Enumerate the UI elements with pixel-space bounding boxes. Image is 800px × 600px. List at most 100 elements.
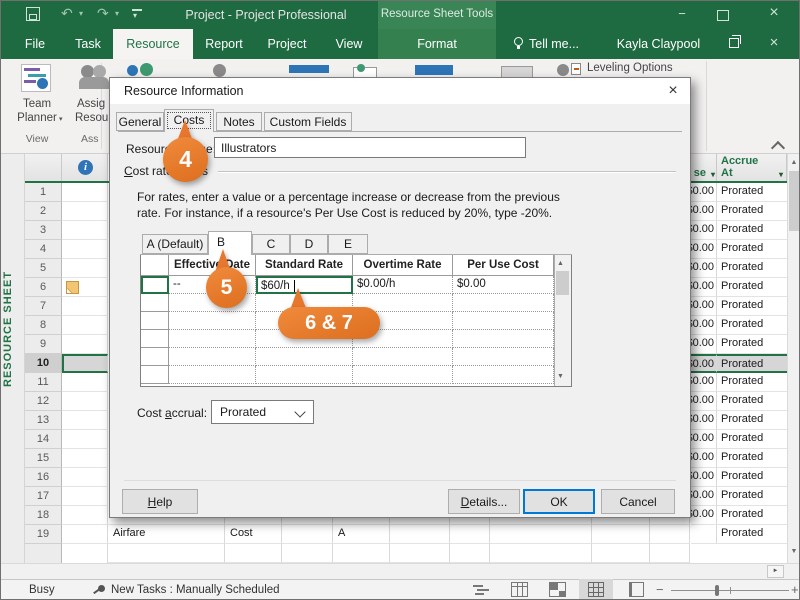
indicator-cell[interactable] bbox=[62, 506, 108, 525]
row19-cell[interactable] bbox=[490, 525, 592, 544]
vertical-scrollbar-thumb[interactable] bbox=[789, 171, 800, 231]
row19-cell[interactable] bbox=[592, 525, 650, 544]
gantt-view-button[interactable] bbox=[473, 583, 491, 597]
assign-resources-button[interactable]: Assig Resour Ass bbox=[73, 61, 109, 151]
accrue-at-cell[interactable]: Prorated bbox=[717, 259, 787, 278]
row19-cell[interactable] bbox=[390, 525, 450, 544]
accrue-at-cell[interactable]: Prorated bbox=[717, 506, 787, 525]
filter-dropdown-icon[interactable]: ▾ bbox=[711, 170, 715, 179]
tab-notes[interactable]: Notes bbox=[216, 112, 262, 131]
rate-cell[interactable] bbox=[169, 312, 256, 330]
rate-cell[interactable] bbox=[453, 330, 554, 348]
tab-report[interactable]: Report bbox=[197, 29, 251, 59]
cost-accrual-select[interactable]: Prorated bbox=[211, 400, 314, 424]
accrue-at-cell[interactable]: Prorated bbox=[717, 411, 787, 430]
undo-icon[interactable]: ↶ bbox=[61, 5, 73, 22]
row-empty-cell[interactable] bbox=[490, 544, 592, 563]
rate-tab-e[interactable]: E bbox=[328, 234, 368, 254]
accrue-at-cell[interactable]: Prorated bbox=[717, 354, 787, 373]
zoom-out-icon[interactable]: − bbox=[656, 582, 664, 597]
row-number[interactable]: 11 bbox=[25, 373, 62, 392]
tab-format[interactable]: Format bbox=[399, 29, 475, 59]
cost-use-cell[interactable]: $0.00 bbox=[691, 240, 717, 259]
row19-cell[interactable] bbox=[650, 525, 690, 544]
cost-use-column-header[interactable]: se ▾ bbox=[691, 154, 717, 181]
rate-cell[interactable] bbox=[453, 348, 554, 366]
indicator-cell[interactable] bbox=[62, 373, 108, 392]
cancel-button[interactable]: Cancel bbox=[601, 489, 675, 514]
task-usage-view-button[interactable] bbox=[511, 582, 528, 597]
zoom-in-icon[interactable]: + bbox=[791, 582, 799, 597]
row-empty-cell[interactable] bbox=[450, 544, 490, 563]
accrue-at-cell[interactable]: Prorated bbox=[717, 297, 787, 316]
indicator-cell[interactable] bbox=[62, 202, 108, 221]
row-empty-cell[interactable] bbox=[650, 544, 690, 563]
scroll-down-icon[interactable]: ▼ bbox=[787, 548, 800, 555]
row-number[interactable]: 15 bbox=[25, 449, 62, 468]
tell-me-box[interactable]: Tell me... bbox=[529, 29, 599, 59]
ok-button[interactable]: OK bbox=[523, 489, 595, 514]
row-number[interactable]: 18 bbox=[25, 506, 62, 525]
row-number[interactable]: 1 bbox=[25, 183, 62, 202]
accrue-at-cell[interactable]: Prorated bbox=[717, 316, 787, 335]
minimize-button[interactable]: − bbox=[665, 6, 699, 21]
accrue-at-cell[interactable]: Prorated bbox=[717, 392, 787, 411]
indicator-cell[interactable] bbox=[62, 335, 108, 354]
accrue-at-cell[interactable]: Prorated bbox=[717, 487, 787, 506]
rate-cell[interactable] bbox=[169, 348, 256, 366]
cost-use-cell[interactable] bbox=[691, 525, 717, 544]
cost-use-cell[interactable]: $0.00 bbox=[691, 411, 717, 430]
tab-file[interactable]: File bbox=[11, 29, 59, 59]
row19-cell[interactable] bbox=[282, 525, 333, 544]
accrue-at-cell[interactable]: Prorated bbox=[717, 221, 787, 240]
row-empty-cell[interactable] bbox=[333, 544, 390, 563]
rate-tab-a-default[interactable]: A (Default) bbox=[142, 234, 208, 254]
rate-cell[interactable] bbox=[353, 366, 453, 384]
report-view-button[interactable] bbox=[629, 582, 644, 597]
team-planner-view-button[interactable] bbox=[549, 582, 566, 597]
row-number[interactable]: 3 bbox=[25, 221, 62, 240]
cost-use-cell[interactable]: $0.00 bbox=[691, 221, 717, 240]
cost-use-cell[interactable]: $0.00 bbox=[691, 468, 717, 487]
indicator-cell[interactable] bbox=[62, 392, 108, 411]
rate-cell[interactable] bbox=[169, 330, 256, 348]
rate-cell[interactable] bbox=[453, 366, 554, 384]
row19-cell[interactable]: A bbox=[333, 525, 390, 544]
accrue-at-cell[interactable]: Prorated bbox=[717, 525, 787, 544]
accrue-at-cell[interactable]: Prorated bbox=[717, 335, 787, 354]
accrue-at-cell[interactable]: Prorated bbox=[717, 468, 787, 487]
row-number[interactable]: 6 bbox=[25, 278, 62, 297]
rate-row-handle[interactable] bbox=[141, 312, 169, 330]
indicator-cell[interactable] bbox=[62, 259, 108, 278]
close-button[interactable]: × bbox=[757, 4, 791, 22]
cost-use-cell[interactable]: $0.00 bbox=[691, 278, 717, 297]
cost-use-cell[interactable]: $0.00 bbox=[691, 392, 717, 411]
tab-resource[interactable]: Resource bbox=[113, 29, 193, 59]
rate-row-handle[interactable] bbox=[141, 366, 169, 384]
horizontal-scrollbar[interactable] bbox=[1, 563, 800, 579]
details-button[interactable]: Details... bbox=[448, 489, 520, 514]
rate-cell[interactable] bbox=[453, 294, 554, 312]
row-number[interactable]: 17 bbox=[25, 487, 62, 506]
scroll-right-button[interactable]: ► bbox=[767, 565, 784, 578]
indicator-cell[interactable] bbox=[62, 449, 108, 468]
cost-use-cell[interactable]: $0.00 bbox=[691, 487, 717, 506]
tab-task[interactable]: Task bbox=[63, 29, 113, 59]
accrue-at-cell[interactable]: Prorated bbox=[717, 240, 787, 259]
rate-scroll-down-icon[interactable]: ▼ bbox=[557, 373, 564, 380]
cost-use-cell[interactable]: $0.00 bbox=[691, 335, 717, 354]
accrue-at-cell[interactable]: Prorated bbox=[717, 183, 787, 202]
rate-tab-c[interactable]: C bbox=[252, 234, 290, 254]
cost-use-cell[interactable]: $0.00 bbox=[691, 297, 717, 316]
redo-dropdown-icon[interactable]: ▾ bbox=[115, 9, 119, 18]
rate-tab-d[interactable]: D bbox=[290, 234, 328, 254]
row-header-corner[interactable] bbox=[25, 154, 62, 181]
rate-cell[interactable] bbox=[169, 366, 256, 384]
row-number[interactable]: 9 bbox=[25, 335, 62, 354]
rate-row-handle[interactable] bbox=[141, 330, 169, 348]
team-planner-button[interactable]: Team Planner ▾ bbox=[7, 61, 67, 137]
accrue-at-cell[interactable]: Prorated bbox=[717, 202, 787, 221]
row-number[interactable]: 2 bbox=[25, 202, 62, 221]
row-number[interactable]: 4 bbox=[25, 240, 62, 259]
cost-use-cell[interactable]: $0.00 bbox=[691, 373, 717, 392]
